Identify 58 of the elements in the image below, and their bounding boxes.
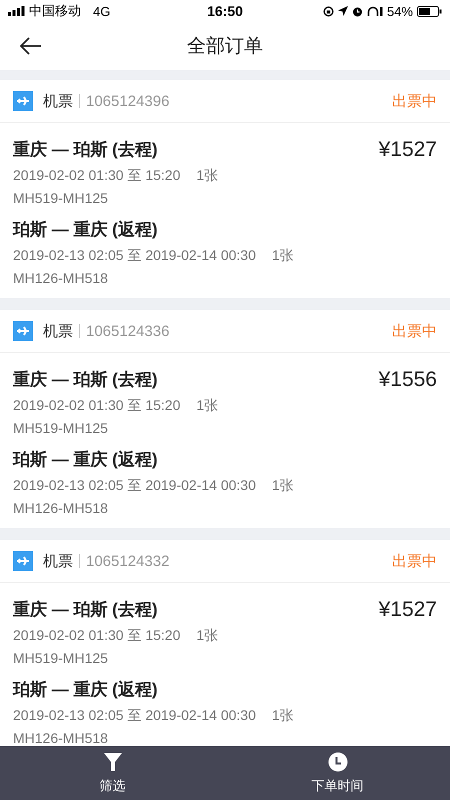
ticket-count: 1张 — [196, 166, 218, 185]
order-status: 出票中 — [392, 92, 437, 110]
order-type: 机票 — [43, 92, 73, 110]
order-number: 1065124332 — [86, 552, 170, 570]
lock-rotation-icon — [322, 6, 334, 16]
flight-numbers: MH126-MH518 — [13, 269, 109, 288]
flight-time: 2019-02-13 02:05 至 2019-02-14 00:30 — [13, 706, 256, 725]
sort-time-button[interactable]: 下单时间 — [225, 746, 450, 800]
ticket-count: 1张 — [196, 626, 218, 645]
airplane-icon — [13, 91, 33, 111]
flight-route: 重庆 — 珀斯 (去程) — [13, 599, 158, 621]
order-number: 1065124336 — [86, 322, 170, 340]
airplane-icon — [13, 551, 33, 571]
flight-route: 珀斯 — 重庆 (返程) — [13, 449, 158, 471]
ticket-count: 1张 — [272, 706, 294, 725]
flight-route: 珀斯 — 重庆 (返程) — [13, 219, 158, 241]
location-icon — [338, 6, 348, 16]
signal-icon — [8, 6, 25, 16]
flight-time: 2019-02-02 01:30 至 15:20 — [13, 396, 180, 415]
battery-icon — [417, 6, 442, 16]
order-type: 机票 — [43, 552, 73, 570]
ticket-count: 1张 — [272, 476, 294, 495]
order-price: ¥1527 — [378, 137, 437, 163]
page-title: 全部订单 — [187, 35, 263, 59]
flight-numbers: MH519-MH125 — [13, 649, 109, 668]
battery-percent: 54% — [386, 4, 413, 18]
network-type: 4G — [93, 4, 110, 18]
back-arrow-icon[interactable] — [20, 37, 42, 55]
order-price: ¥1556 — [378, 367, 437, 393]
flight-time: 2019-02-02 01:30 至 15:20 — [13, 626, 180, 645]
clock-icon — [328, 752, 348, 772]
order-card[interactable]: 机票 1065124332 出票中 重庆 — 珀斯 (去程) ¥1527 2019-02-02 01:30 至 15:20 1张 MH519-MH125 珀斯 — 重庆 (返程) 2019-02-13 02:05 至 2019-02-14 00:30 1张 MH126-MH518 — [0, 540, 450, 746]
flight-route: 重庆 — 珀斯 (去程) — [13, 139, 158, 161]
ticket-count: 1张 — [272, 246, 294, 265]
alarm-icon — [352, 6, 363, 16]
airplane-icon — [13, 321, 33, 341]
carrier-name: 中国移动 — [29, 2, 81, 20]
flight-route: 重庆 — 珀斯 (去程) — [13, 369, 158, 391]
order-status: 出票中 — [392, 552, 437, 570]
ticket-count: 1张 — [196, 396, 218, 415]
flight-time: 2019-02-13 02:05 至 2019-02-14 00:30 — [13, 476, 256, 495]
headphones-icon — [366, 6, 383, 16]
flight-numbers: MH126-MH518 — [13, 499, 109, 518]
flight-time: 2019-02-13 02:05 至 2019-02-14 00:30 — [13, 246, 256, 265]
order-type: 机票 — [43, 322, 73, 340]
order-card[interactable]: 机票 1065124336 出票中 重庆 — 珀斯 (去程) ¥1556 2019-02-02 01:30 至 15:20 1张 MH519-MH125 珀斯 — 重庆 (返程) 2019-02-13 02:05 至 2019-02-14 00:30 1张 MH126-MH518 — [0, 310, 450, 528]
order-card[interactable]: 机票 1065124396 出票中 重庆 — 珀斯 (去程) ¥1527 2019-02-02 01:30 至 15:20 1张 MH519-MH125 珀斯 — 重庆 (返程) 2019-02-13 02:05 至 2019-02-14 00:30 1张 MH126-MH518 — [0, 80, 450, 298]
funnel-icon — [102, 752, 122, 772]
flight-numbers: MH126-MH518 — [13, 729, 109, 746]
clock-time: 16:50 — [207, 3, 243, 19]
filter-button[interactable]: 筛选 — [0, 746, 225, 800]
order-status: 出票中 — [392, 322, 437, 340]
flight-route: 珀斯 — 重庆 (返程) — [13, 679, 158, 701]
flight-numbers: MH519-MH125 — [13, 189, 109, 208]
flight-numbers: MH519-MH125 — [13, 419, 109, 438]
order-number: 1065124396 — [86, 92, 170, 110]
flight-time: 2019-02-02 01:30 至 15:20 — [13, 166, 180, 185]
order-price: ¥1527 — [378, 597, 437, 623]
